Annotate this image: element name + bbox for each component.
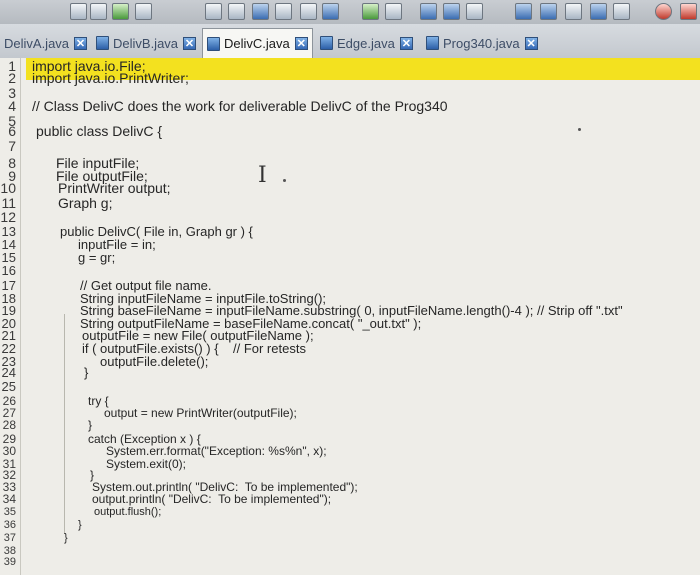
toolbar-icon[interactable] [322,3,339,20]
tab-delivc[interactable]: DelivC.java ✕ [202,28,313,58]
java-file-icon [207,36,220,51]
tab-label: DelivB.java [113,35,179,51]
code-text: import java.io.PrintWriter; [32,70,189,86]
code-line[interactable]: 16 [0,263,700,279]
toolbar-icon[interactable] [515,3,532,20]
toolbar-icon[interactable] [70,3,87,20]
code-line[interactable]: 7 [0,138,700,154]
speck [578,128,581,131]
tab-edge[interactable]: Edge.java ✕ [316,30,417,56]
code-text: PrintWriter output; [58,180,171,196]
close-icon[interactable]: ✕ [399,36,413,50]
line-number: 10 [0,180,16,196]
line-number: 39 [3,556,16,568]
code-line[interactable]: 12 [0,209,700,225]
line-number: 12 [0,209,16,225]
tab-label: Prog340.java [443,35,520,51]
toolbar-icon[interactable] [252,3,269,20]
toolbar-icon[interactable] [565,3,582,20]
run-icon[interactable] [112,3,129,20]
toolbar-icon[interactable] [135,3,152,20]
tab-label: Edge.java [337,35,395,51]
code-line[interactable]: 2 import java.io.PrintWriter; [0,70,700,86]
tab-prog340[interactable]: Prog340.java ✕ [422,30,542,56]
toolbar-icon[interactable] [300,3,317,20]
java-file-icon [426,36,439,50]
code-text: public class DelivC { [36,123,163,139]
toolbar-icon[interactable] [90,3,107,20]
java-file-icon [96,36,109,50]
java-file-icon [320,36,333,50]
text-cursor: I [258,163,267,188]
toolbar [0,0,700,25]
code-editor[interactable]: 1 import java.io.File; 2 import java.io.Pri… [0,58,700,575]
toolbar-icon[interactable] [680,3,697,20]
close-icon[interactable]: ✕ [294,37,308,50]
toolbar-icon[interactable] [228,3,245,20]
toolbar-icon[interactable] [205,3,222,20]
line-number: 7 [8,138,16,154]
code-line[interactable]: 39 [0,554,700,570]
toolbar-icon[interactable] [275,3,292,20]
toolbar-icon[interactable] [385,3,402,20]
toolbar-icon[interactable] [613,3,630,20]
toolbar-icon[interactable] [540,3,557,20]
line-number: 4 [8,98,16,114]
code-text: // Class DelivC does the work for delive… [32,98,448,114]
toolbar-icon[interactable] [466,3,483,20]
line-number: 6 [8,123,16,139]
tab-label: DelivC.java [224,36,290,51]
toolbar-icon[interactable] [443,3,460,20]
editor-tab-bar: DelivA.java ✕ DelivB.java ✕ DelivC.java … [0,24,700,59]
toolbar-icon[interactable] [655,3,672,20]
code-line[interactable]: 10 PrintWriter output; [0,180,700,196]
toolbar-icon[interactable] [362,3,379,20]
toolbar-icon[interactable] [590,3,607,20]
line-number: 16 [1,263,16,278]
speck [283,179,286,182]
toolbar-icon[interactable] [420,3,437,20]
line-number: 2 [8,70,16,86]
tab-deliva[interactable]: DelivA.java ✕ [0,30,91,56]
code-line[interactable]: 4 // Class DelivC does the work for deliv… [0,98,700,114]
code-line[interactable]: 6 public class DelivC { [0,123,700,139]
close-icon[interactable]: ✕ [74,36,88,50]
tab-delivb[interactable]: DelivB.java ✕ [92,30,200,56]
close-icon[interactable]: ✕ [524,36,538,50]
tab-label: DelivA.java [4,35,70,51]
close-icon[interactable]: ✕ [183,36,197,50]
